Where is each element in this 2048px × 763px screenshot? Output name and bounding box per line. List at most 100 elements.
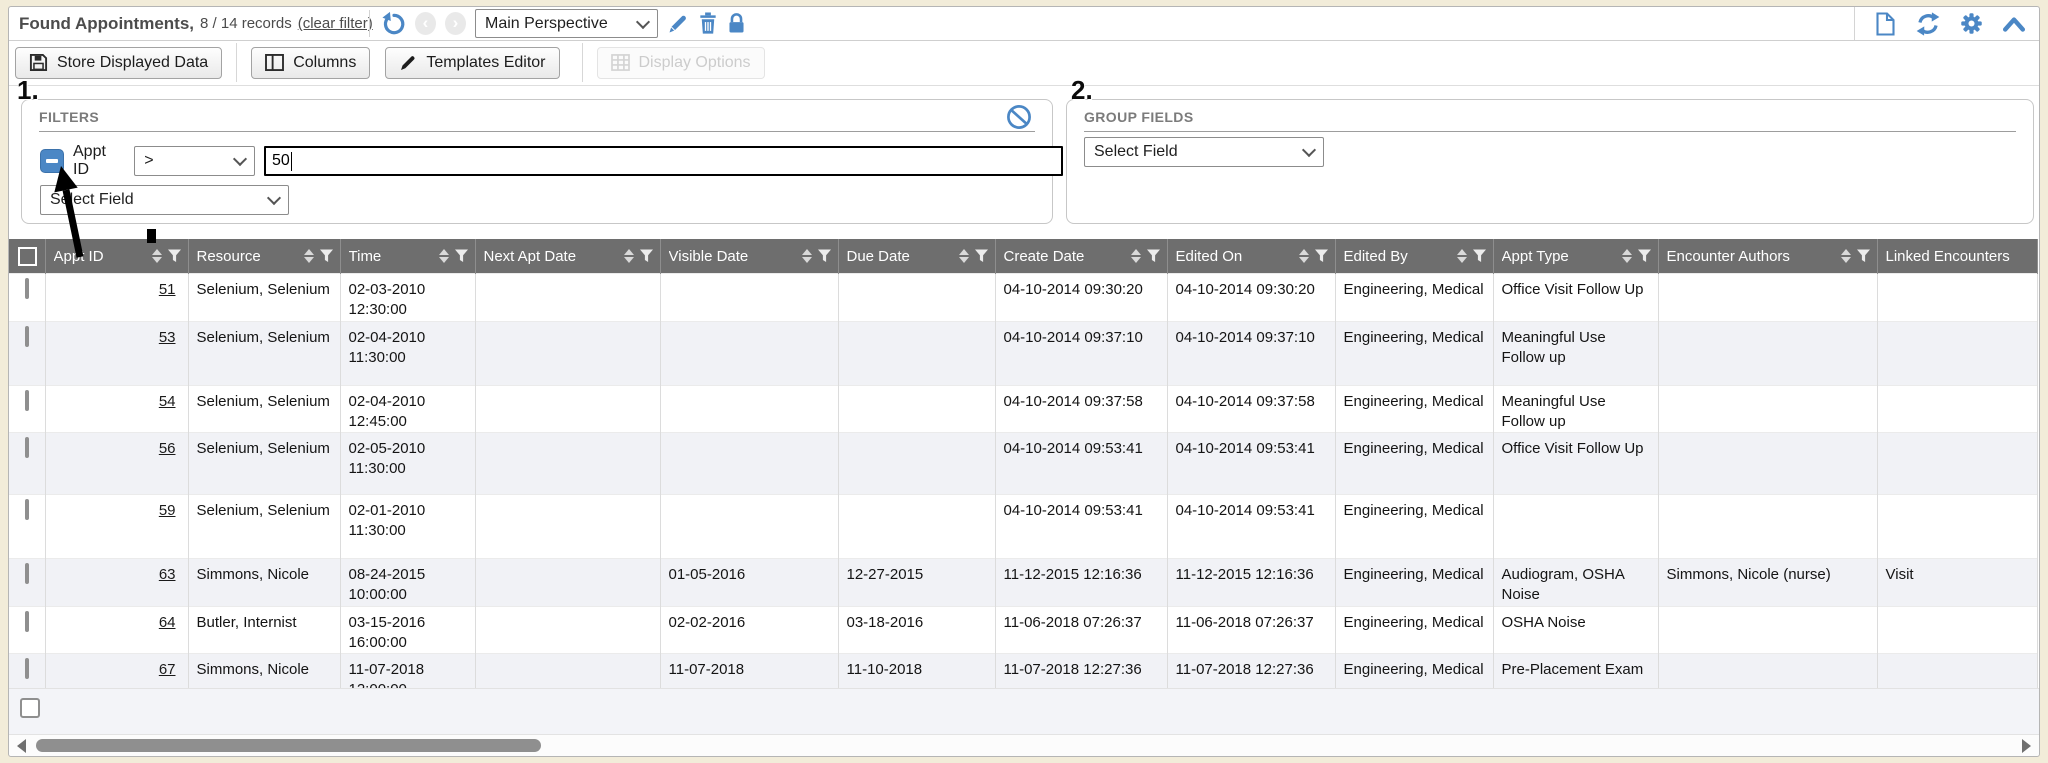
column-label: Create Date bbox=[1004, 248, 1126, 265]
table-row-appt-64: 64Butler, Internist03-15-2016 16:00:0002… bbox=[9, 606, 2037, 654]
scrollbar-thumb[interactable] bbox=[36, 739, 541, 752]
cell-select bbox=[9, 274, 45, 322]
sort-icon[interactable] bbox=[802, 249, 812, 263]
column-header-create-date[interactable]: Create Date bbox=[995, 239, 1167, 274]
store-displayed-data-button[interactable]: Store Displayed Data bbox=[15, 47, 222, 79]
row-checkbox[interactable] bbox=[20, 698, 40, 718]
cell-appt-type: Meaningful Use Follow up bbox=[1493, 385, 1658, 433]
row-checkbox[interactable] bbox=[25, 326, 29, 347]
filter-funnel-icon[interactable] bbox=[1637, 249, 1652, 263]
column-header-due-date[interactable]: Due Date bbox=[838, 239, 995, 274]
appt-id-link[interactable]: 67 bbox=[159, 661, 176, 678]
column-header-visible-date[interactable]: Visible Date bbox=[660, 239, 838, 274]
row-checkbox[interactable] bbox=[25, 563, 29, 584]
filter-funnel-icon[interactable] bbox=[639, 249, 654, 263]
sort-icon[interactable] bbox=[1457, 249, 1467, 263]
perspective-select[interactable]: Main Perspective bbox=[475, 9, 658, 38]
delete-perspective-icon[interactable] bbox=[698, 12, 718, 35]
filter-funnel-icon[interactable] bbox=[319, 249, 334, 263]
horizontal-scrollbar[interactable] bbox=[9, 734, 2039, 756]
appt-id-link[interactable]: 51 bbox=[159, 281, 176, 298]
cell-create-date: 04-10-2014 09:30:20 bbox=[995, 274, 1167, 322]
sort-icon[interactable] bbox=[1841, 249, 1851, 263]
sort-icon[interactable] bbox=[152, 249, 162, 263]
lock-perspective-icon[interactable] bbox=[727, 12, 746, 35]
cell-visible-date bbox=[660, 274, 838, 322]
filter-funnel-icon[interactable] bbox=[1146, 249, 1161, 263]
appt-id-link[interactable]: 54 bbox=[159, 393, 176, 410]
new-document-icon[interactable] bbox=[1875, 12, 1896, 36]
row-checkbox[interactable] bbox=[25, 658, 29, 679]
divider bbox=[236, 43, 237, 82]
gear-icon[interactable] bbox=[1960, 12, 1983, 35]
filter-funnel-icon[interactable] bbox=[1472, 249, 1487, 263]
row-checkbox[interactable] bbox=[25, 278, 29, 299]
refresh-icon[interactable] bbox=[1916, 12, 1940, 36]
cell-edited-on: 04-10-2014 09:30:20 bbox=[1167, 274, 1335, 322]
cell-resource: Butler, Internist bbox=[188, 606, 340, 654]
sort-icon[interactable] bbox=[439, 249, 449, 263]
sort-icon[interactable] bbox=[1131, 249, 1141, 263]
cell-appt-id: 59 bbox=[45, 495, 188, 559]
filter-funnel-icon[interactable] bbox=[1856, 249, 1871, 263]
filter-value-input[interactable]: 50 bbox=[264, 146, 1063, 176]
chevron-down-icon bbox=[233, 152, 247, 166]
filter-funnel-icon[interactable] bbox=[167, 249, 182, 263]
filter-funnel-icon[interactable] bbox=[974, 249, 989, 263]
sort-icon[interactable] bbox=[959, 249, 969, 263]
appt-id-link[interactable]: 56 bbox=[159, 440, 176, 457]
appt-id-link[interactable]: 63 bbox=[159, 566, 176, 583]
column-header-appt-id[interactable]: Appt ID bbox=[45, 239, 188, 274]
sort-icon[interactable] bbox=[624, 249, 634, 263]
appt-id-link[interactable]: 53 bbox=[159, 329, 176, 346]
column-header-appt-type[interactable]: Appt Type bbox=[1493, 239, 1658, 274]
add-filter-field-select[interactable]: Select Field bbox=[40, 185, 289, 215]
table-row-appt-54: 54Selenium, Selenium02-04-2010 12:45:000… bbox=[9, 385, 2037, 433]
column-header-encounter-authors[interactable]: Encounter Authors bbox=[1658, 239, 1877, 274]
next-perspective-icon[interactable]: › bbox=[445, 12, 466, 35]
undo-icon[interactable] bbox=[381, 11, 406, 36]
columns-button[interactable]: Columns bbox=[251, 47, 370, 79]
sort-icon[interactable] bbox=[1299, 249, 1309, 263]
column-header-resource[interactable]: Resource bbox=[188, 239, 340, 274]
prev-perspective-icon[interactable]: ‹ bbox=[415, 12, 436, 35]
cell-select bbox=[9, 495, 45, 559]
sort-icon[interactable] bbox=[304, 249, 314, 263]
filter-funnel-icon[interactable] bbox=[817, 249, 832, 263]
column-header-linked-encounters[interactable]: Linked Encounters bbox=[1877, 239, 2037, 274]
cell-due-date: 12-27-2015 bbox=[838, 559, 995, 607]
cell-resource: Selenium, Selenium bbox=[188, 495, 340, 559]
clear-filter-link[interactable]: (clear filter) bbox=[298, 15, 373, 32]
select-all-checkbox[interactable] bbox=[18, 247, 37, 266]
group-field-value: Select Field bbox=[1094, 143, 1178, 161]
display-options-button[interactable]: Display Options bbox=[597, 47, 765, 79]
column-header-next-apt-date[interactable]: Next Apt Date bbox=[475, 239, 660, 274]
filter-operator-select[interactable]: > bbox=[134, 146, 255, 176]
filter-funnel-icon[interactable] bbox=[1314, 249, 1329, 263]
cell-create-date: 11-12-2015 12:16:36 bbox=[995, 559, 1167, 607]
row-checkbox[interactable] bbox=[25, 390, 29, 411]
row-checkbox[interactable] bbox=[25, 611, 29, 632]
cell-resource: Simmons, Nicole bbox=[188, 559, 340, 607]
sort-icon[interactable] bbox=[1622, 249, 1632, 263]
scroll-right-icon[interactable] bbox=[2022, 739, 2031, 753]
group-field-select[interactable]: Select Field bbox=[1084, 137, 1324, 167]
appt-id-link[interactable]: 59 bbox=[159, 502, 176, 519]
column-header-edited-on[interactable]: Edited On bbox=[1167, 239, 1335, 274]
cell-due-date bbox=[838, 495, 995, 559]
cell-select bbox=[9, 385, 45, 433]
cell-create-date: 04-10-2014 09:53:41 bbox=[995, 495, 1167, 559]
scroll-left-icon[interactable] bbox=[17, 739, 26, 753]
remove-filter-button[interactable] bbox=[40, 149, 64, 173]
collapse-panel-icon[interactable] bbox=[2003, 16, 2025, 32]
appt-id-link[interactable]: 64 bbox=[159, 614, 176, 631]
templates-editor-button[interactable]: Templates Editor bbox=[385, 47, 559, 79]
column-header-edited-by[interactable]: Edited By bbox=[1335, 239, 1493, 274]
edit-perspective-icon[interactable] bbox=[667, 13, 689, 35]
clear-filters-icon[interactable] bbox=[1006, 104, 1032, 130]
row-checkbox[interactable] bbox=[25, 499, 29, 520]
filter-funnel-icon[interactable] bbox=[454, 249, 469, 263]
column-header-time[interactable]: Time bbox=[340, 239, 475, 274]
divider bbox=[582, 43, 583, 82]
row-checkbox[interactable] bbox=[25, 437, 29, 458]
